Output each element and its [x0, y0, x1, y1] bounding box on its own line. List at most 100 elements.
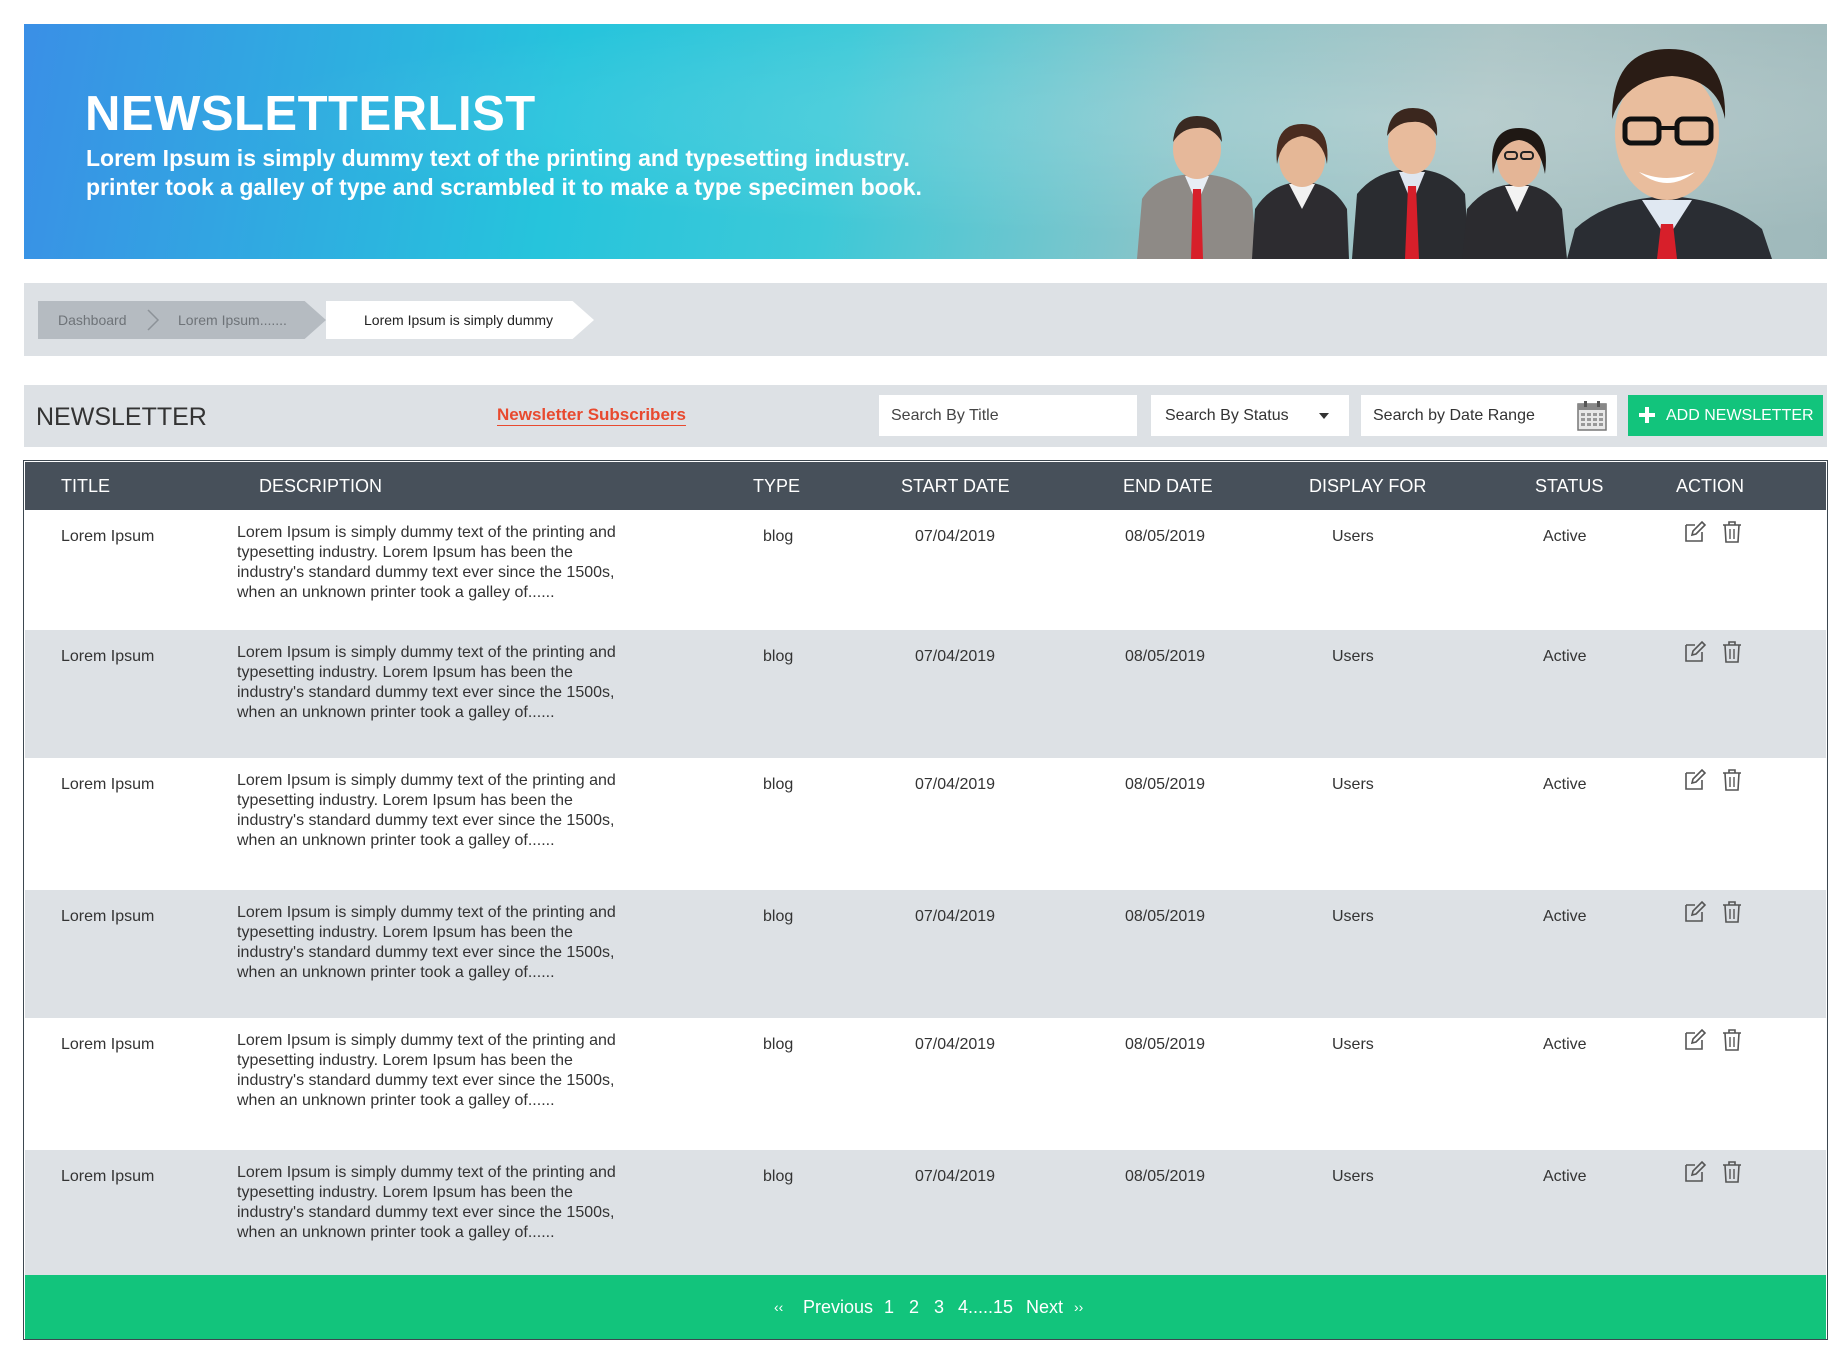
- hero-banner: NEWSLETTERLIST Lorem Ipsum is simply dum…: [24, 24, 1827, 259]
- newsletter-toolbar: NEWSLETTER Newsletter Subscribers Search…: [24, 385, 1827, 447]
- breadcrumb-bar: Dashboard Lorem Ipsum....... Lorem Ipsum…: [24, 283, 1827, 356]
- column-header-start-date: START DATE: [901, 476, 1010, 496]
- cell-display-for: Users: [1332, 1036, 1374, 1053]
- newsletter-subscribers-link[interactable]: Newsletter Subscribers: [497, 405, 686, 425]
- description-line: industry's standard dummy text ever sinc…: [237, 1204, 615, 1221]
- row-actions: [1683, 1028, 1744, 1052]
- trash-icon[interactable]: [1720, 640, 1744, 664]
- cell-title: Lorem Ipsum: [61, 1036, 155, 1053]
- page-4-15-button[interactable]: 4.....15: [958, 1297, 1013, 1318]
- cell-end-date: 08/05/2019: [1125, 648, 1206, 665]
- breadcrumb-item-dashboard[interactable]: Dashboard: [38, 301, 148, 339]
- cell-end-date: 08/05/2019: [1125, 1036, 1206, 1053]
- cell-description: Lorem Ipsum is simply dummy text of the …: [237, 903, 647, 983]
- pagination-bar: ‹‹ Previous 1 2 3 4.....15 Next ››: [25, 1275, 1826, 1339]
- trash-icon[interactable]: [1720, 520, 1744, 544]
- caret-down-icon: [1319, 413, 1329, 419]
- cell-type: blog: [763, 1168, 794, 1185]
- add-newsletter-button[interactable]: ADD NEWSLETTER: [1628, 395, 1823, 436]
- cell-status: Active: [1543, 648, 1587, 665]
- cell-title: Lorem Ipsum: [61, 648, 155, 665]
- description-line: when an unknown printer took a galley of…: [237, 832, 555, 849]
- cell-type: blog: [763, 648, 794, 665]
- table-row: Lorem Ipsum Lorem Ipsum is simply dummy …: [25, 890, 1826, 1018]
- next-page-button[interactable]: Next: [1026, 1297, 1063, 1318]
- breadcrumb-item-section[interactable]: Lorem Ipsum.......: [148, 301, 326, 339]
- description-line: Lorem Ipsum is simply dummy text of the …: [237, 772, 616, 789]
- description-line: typesetting industry. Lorem Ipsum has be…: [237, 1052, 573, 1069]
- cell-type: blog: [763, 528, 794, 545]
- cell-start-date: 07/04/2019: [915, 908, 996, 925]
- column-header-title: TITLE: [61, 476, 111, 496]
- first-page-button[interactable]: ‹‹: [774, 1299, 783, 1315]
- previous-page-button[interactable]: Previous: [803, 1297, 873, 1318]
- description-line: Lorem Ipsum is simply dummy text of the …: [237, 644, 616, 661]
- row-actions: [1683, 520, 1744, 544]
- cell-type: blog: [763, 776, 794, 793]
- description-line: when an unknown printer took a galley of…: [237, 964, 555, 981]
- edit-icon[interactable]: [1683, 1028, 1707, 1052]
- page-3-button[interactable]: 3: [934, 1297, 944, 1318]
- description-line: typesetting industry. Lorem Ipsum has be…: [237, 1184, 573, 1201]
- column-header-display-for: DISPLAY FOR: [1309, 476, 1427, 496]
- column-header-end-date: END DATE: [1123, 476, 1213, 496]
- table-body: Lorem Ipsum Lorem Ipsum is simply dummy …: [25, 510, 1826, 1275]
- cell-description: Lorem Ipsum is simply dummy text of the …: [237, 1031, 647, 1111]
- cell-type: blog: [763, 1036, 794, 1053]
- breadcrumb: Dashboard Lorem Ipsum....... Lorem Ipsum…: [38, 301, 594, 339]
- business-team-image: [1137, 49, 1772, 259]
- edit-icon[interactable]: [1683, 520, 1707, 544]
- table-header: TITLE DESCRIPTION TYPE START DATE END DA…: [25, 462, 1826, 510]
- cell-status: Active: [1543, 1168, 1587, 1185]
- description-line: industry's standard dummy text ever sinc…: [237, 812, 615, 829]
- page-2-button[interactable]: 2: [909, 1297, 919, 1318]
- description-line: typesetting industry. Lorem Ipsum has be…: [237, 664, 573, 681]
- cell-title: Lorem Ipsum: [61, 528, 155, 545]
- cell-title: Lorem Ipsum: [61, 776, 155, 793]
- description-line: industry's standard dummy text ever sinc…: [237, 564, 615, 581]
- description-line: typesetting industry. Lorem Ipsum has be…: [237, 924, 573, 941]
- trash-icon[interactable]: [1720, 1028, 1744, 1052]
- cell-type: blog: [763, 908, 794, 925]
- plus-icon: [1639, 407, 1655, 423]
- search-title-input[interactable]: [879, 395, 1137, 436]
- edit-icon[interactable]: [1683, 900, 1707, 924]
- banner-subtitle: Lorem Ipsum is simply dummy text of the …: [86, 144, 1026, 202]
- cell-description: Lorem Ipsum is simply dummy text of the …: [237, 1163, 647, 1243]
- description-line: Lorem Ipsum is simply dummy text of the …: [237, 524, 616, 541]
- trash-icon[interactable]: [1720, 1160, 1744, 1184]
- trash-icon[interactable]: [1720, 900, 1744, 924]
- column-header-type: TYPE: [753, 476, 801, 496]
- cell-display-for: Users: [1332, 648, 1374, 665]
- description-line: when an unknown printer took a galley of…: [237, 584, 555, 601]
- cell-status: Active: [1543, 528, 1587, 545]
- table-row: Lorem Ipsum Lorem Ipsum is simply dummy …: [25, 1150, 1826, 1275]
- column-header-action: ACTION: [1676, 476, 1745, 496]
- edit-icon[interactable]: [1683, 1160, 1707, 1184]
- cell-status: Active: [1543, 908, 1587, 925]
- edit-icon[interactable]: [1683, 768, 1707, 792]
- breadcrumb-item-current: Lorem Ipsum is simply dummy text: [326, 301, 594, 339]
- last-page-button[interactable]: ››: [1074, 1299, 1083, 1315]
- search-status-select[interactable]: Search By Status: [1151, 395, 1349, 436]
- row-actions: [1683, 640, 1744, 664]
- page-1-button[interactable]: 1: [884, 1297, 894, 1318]
- cell-end-date: 08/05/2019: [1125, 1168, 1206, 1185]
- cell-start-date: 07/04/2019: [915, 648, 996, 665]
- trash-icon[interactable]: [1720, 768, 1744, 792]
- table-row: Lorem Ipsum Lorem Ipsum is simply dummy …: [25, 630, 1826, 758]
- edit-icon[interactable]: [1683, 640, 1707, 664]
- search-date-range-input[interactable]: Search by Date Range: [1361, 395, 1617, 436]
- description-line: typesetting industry. Lorem Ipsum has be…: [237, 544, 573, 561]
- description-line: when an unknown printer took a galley of…: [237, 1092, 555, 1109]
- row-actions: [1683, 1160, 1744, 1184]
- calendar-icon[interactable]: [1577, 400, 1607, 431]
- row-actions: [1683, 900, 1744, 924]
- description-line: industry's standard dummy text ever sinc…: [237, 1072, 615, 1089]
- description-line: industry's standard dummy text ever sinc…: [237, 944, 615, 961]
- cell-title: Lorem Ipsum: [61, 908, 155, 925]
- cell-status: Active: [1543, 776, 1587, 793]
- cell-description: Lorem Ipsum is simply dummy text of the …: [237, 771, 647, 851]
- table-row: Lorem Ipsum Lorem Ipsum is simply dummy …: [25, 758, 1826, 890]
- search-status-value: Search By Status: [1165, 407, 1289, 424]
